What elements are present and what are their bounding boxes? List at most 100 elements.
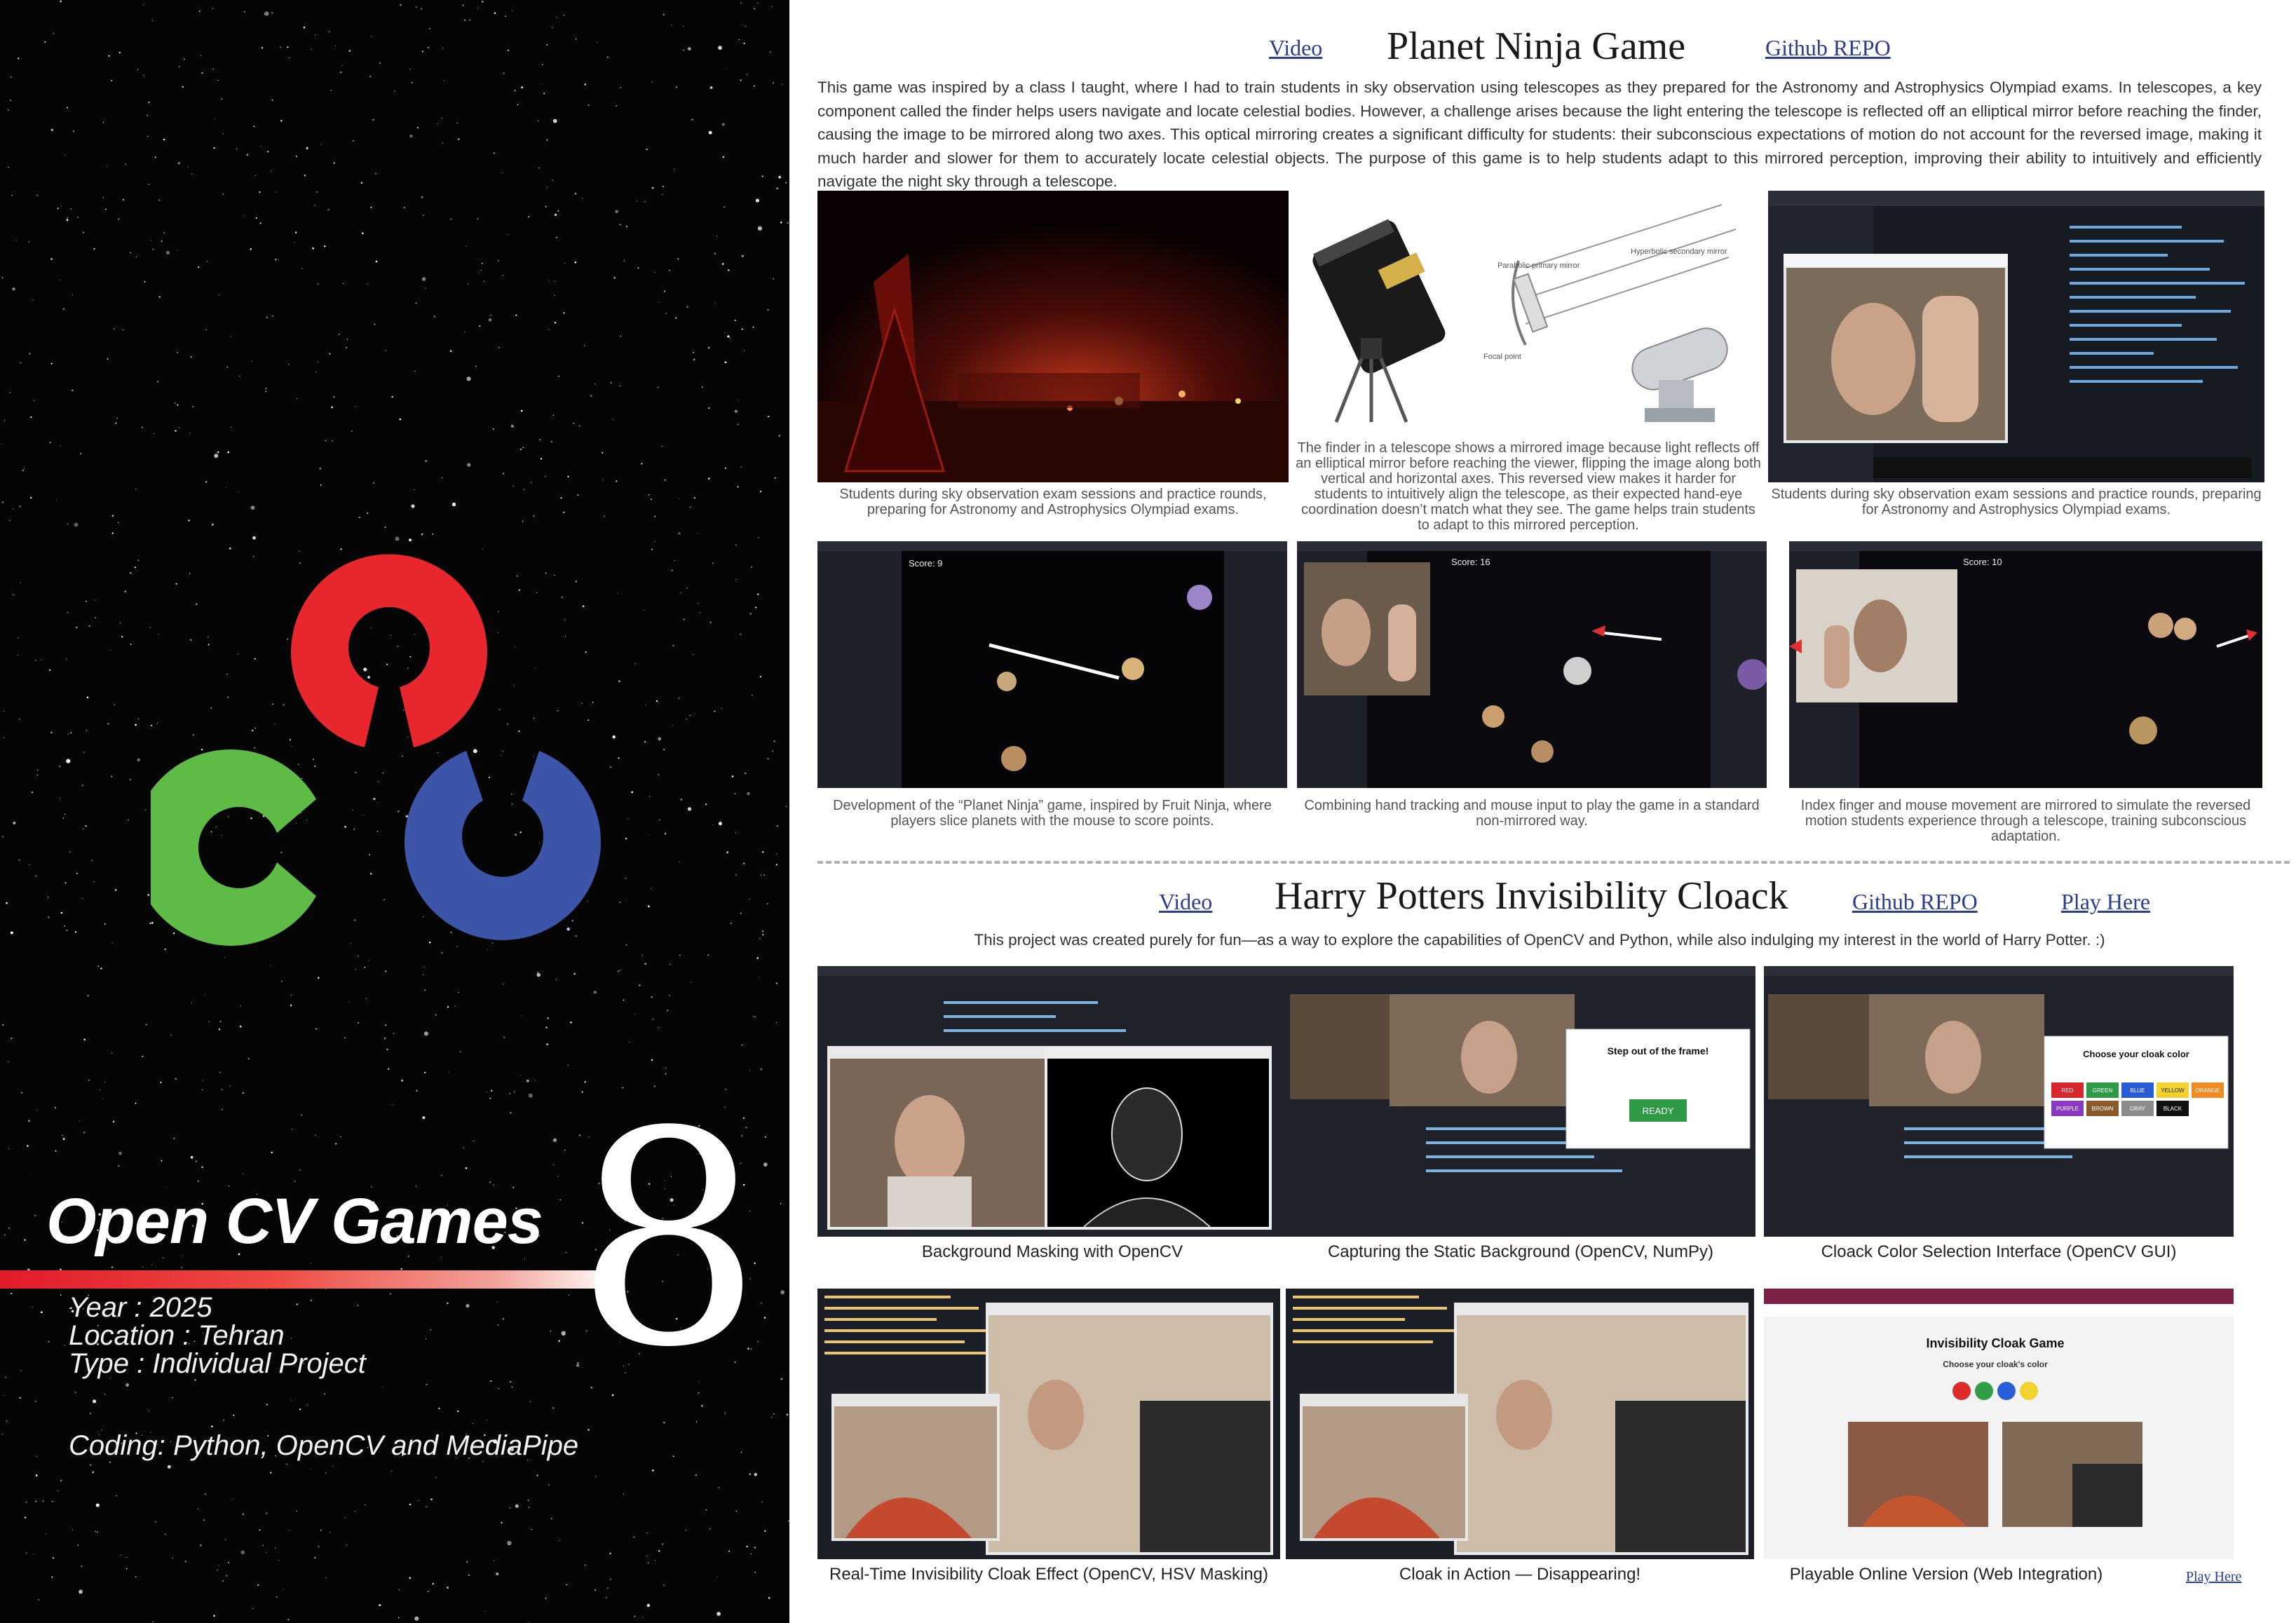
star bbox=[648, 494, 650, 496]
cloak-github-link[interactable]: Github REPO bbox=[1852, 889, 1978, 915]
star bbox=[771, 1416, 773, 1418]
star bbox=[552, 1138, 557, 1142]
star bbox=[577, 494, 579, 496]
star bbox=[380, 1604, 382, 1606]
star bbox=[623, 999, 625, 1001]
cloak-play-link[interactable]: Play Here bbox=[2061, 889, 2150, 915]
star bbox=[510, 1112, 512, 1114]
star bbox=[129, 778, 131, 781]
star bbox=[190, 1155, 193, 1159]
star bbox=[432, 534, 433, 535]
star bbox=[515, 1504, 519, 1508]
star bbox=[100, 967, 102, 970]
star bbox=[85, 600, 87, 602]
star bbox=[424, 1071, 426, 1074]
planet-ninja-video-link[interactable]: Video bbox=[1269, 35, 1322, 61]
star bbox=[745, 772, 747, 775]
star bbox=[181, 1267, 183, 1268]
star bbox=[167, 1465, 171, 1469]
star bbox=[534, 1080, 536, 1081]
star bbox=[89, 1464, 92, 1466]
star bbox=[447, 1302, 449, 1305]
star bbox=[429, 27, 430, 29]
star bbox=[646, 1555, 648, 1557]
star bbox=[549, 280, 550, 281]
star bbox=[424, 989, 426, 991]
caption-cloak-disappearing: Cloak in Action — Disappearing! bbox=[1399, 1565, 1641, 1584]
star bbox=[338, 334, 340, 335]
star bbox=[18, 859, 20, 862]
star bbox=[662, 185, 665, 188]
star bbox=[121, 636, 123, 638]
star bbox=[224, 957, 226, 958]
color-btn-gray: GRAY bbox=[2130, 1106, 2146, 1112]
star bbox=[691, 118, 693, 121]
star bbox=[81, 785, 84, 787]
star bbox=[126, 1557, 128, 1559]
star bbox=[8, 166, 9, 168]
star bbox=[271, 99, 273, 101]
star bbox=[33, 299, 34, 300]
star bbox=[114, 889, 117, 891]
star bbox=[91, 860, 93, 862]
score-label-3: Score: 10 bbox=[1963, 557, 2002, 567]
star bbox=[776, 824, 779, 827]
star bbox=[663, 1422, 665, 1424]
star bbox=[552, 179, 554, 182]
star bbox=[35, 875, 37, 877]
planet-ninja-github-link[interactable]: Github REPO bbox=[1765, 35, 1891, 61]
star bbox=[651, 81, 653, 83]
star bbox=[147, 135, 149, 137]
star bbox=[481, 262, 483, 264]
star bbox=[36, 774, 39, 776]
star bbox=[217, 79, 219, 81]
screenshot-hand-tracking-code bbox=[1768, 191, 2264, 482]
star bbox=[540, 458, 543, 460]
star bbox=[303, 26, 306, 29]
star bbox=[686, 718, 688, 720]
star bbox=[421, 196, 423, 198]
dialog-step-out-text: Step out of the frame! bbox=[1608, 1045, 1709, 1057]
star bbox=[716, 1612, 721, 1616]
star bbox=[606, 1587, 609, 1589]
star bbox=[156, 381, 159, 383]
cloak-video-link[interactable]: Video bbox=[1159, 889, 1212, 915]
star bbox=[172, 1397, 173, 1399]
diagram-label-secondary: Hyperbolic secondary mirror bbox=[1631, 247, 1727, 256]
star bbox=[644, 963, 646, 965]
star bbox=[135, 256, 137, 258]
star bbox=[617, 970, 619, 972]
star bbox=[441, 951, 443, 954]
star bbox=[687, 47, 691, 50]
web-play-here-link[interactable]: Play Here bbox=[2186, 1569, 2241, 1585]
star bbox=[509, 1092, 511, 1094]
star bbox=[628, 1041, 630, 1043]
star bbox=[455, 1005, 456, 1007]
star bbox=[70, 732, 72, 734]
star bbox=[727, 335, 730, 338]
star bbox=[330, 89, 332, 91]
star bbox=[211, 1425, 213, 1427]
star bbox=[776, 187, 779, 190]
star bbox=[584, 345, 585, 346]
star bbox=[37, 1598, 40, 1601]
star bbox=[520, 409, 523, 412]
star bbox=[230, 336, 231, 337]
star bbox=[229, 547, 231, 550]
star bbox=[83, 1038, 86, 1041]
star bbox=[665, 313, 667, 314]
star bbox=[142, 1266, 143, 1268]
star bbox=[200, 1544, 202, 1547]
star bbox=[447, 1006, 449, 1008]
logo-blue-ring bbox=[405, 751, 601, 940]
web-title: Invisibility Cloak Game bbox=[1926, 1336, 2064, 1350]
dialog-ready-button: READY bbox=[1643, 1106, 1674, 1116]
color-btn-orange: ORANGE bbox=[2196, 1087, 2220, 1094]
star bbox=[89, 1413, 91, 1414]
star bbox=[714, 252, 716, 254]
star bbox=[740, 79, 742, 81]
star bbox=[95, 1503, 100, 1507]
star bbox=[64, 1345, 65, 1346]
star bbox=[375, 172, 376, 175]
star bbox=[51, 1576, 53, 1578]
